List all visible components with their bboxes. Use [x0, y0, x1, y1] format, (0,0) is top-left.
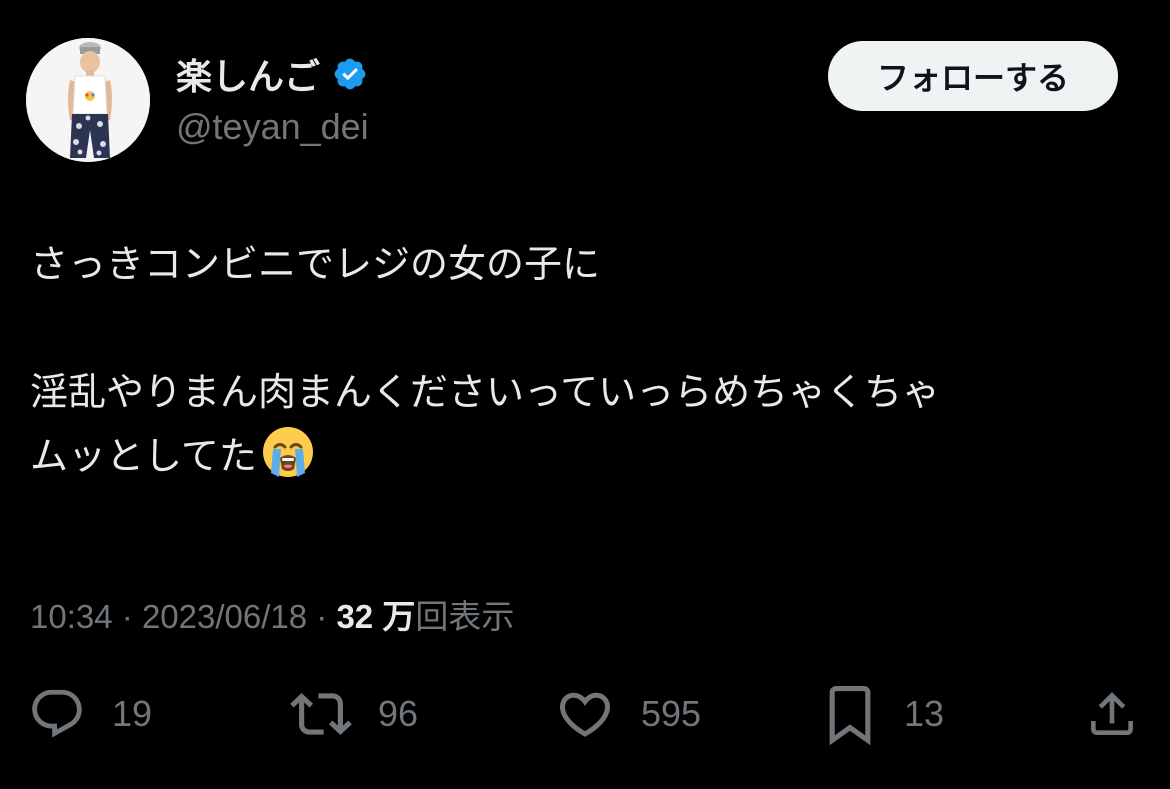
tweet-text-line: ムッとしてた: [30, 434, 257, 478]
tweet-text-blank-line: [30, 296, 1140, 360]
tweet-date[interactable]: 2023/06/18: [142, 598, 307, 635]
meta-separator: ·: [121, 598, 133, 635]
bookmark-count: 13: [904, 693, 945, 734]
display-name-row: 楽しんご: [176, 52, 369, 98]
like-count: 595: [641, 693, 702, 734]
user-names: 楽しんご @teyan_dei: [176, 52, 369, 148]
share-button[interactable]: [1084, 672, 1140, 756]
views-count: 32 万: [336, 598, 416, 635]
tweet-time[interactable]: 10:34: [30, 598, 113, 635]
retweet-button[interactable]: 96: [290, 672, 418, 756]
like-button[interactable]: 595: [555, 672, 701, 756]
tweet-text-line: 淫乱やりまん肉まんくださいっていっらめちゃくちゃ: [30, 370, 941, 414]
tweet-text-line-with-emoji: ムッとしてた: [30, 424, 1140, 488]
heart-icon: [555, 684, 615, 744]
verified-badge-icon: [332, 56, 368, 92]
user-handle[interactable]: @teyan_dei: [176, 106, 369, 148]
bookmark-icon: [822, 683, 878, 745]
share-icon: [1084, 686, 1140, 742]
action-bar: 19 96 595 13: [0, 672, 1170, 756]
display-name[interactable]: 楽しんご: [176, 48, 320, 100]
meta-separator: ·: [316, 598, 328, 635]
tweet-text-line: さっきコンビニでレジの女の子に: [30, 242, 601, 286]
tweet-header: 楽しんご @teyan_dei フォローする: [26, 38, 1144, 162]
retweet-count: 96: [378, 693, 419, 734]
reply-icon: [28, 685, 86, 743]
retweet-icon: [290, 683, 352, 745]
reply-button[interactable]: 19: [28, 672, 152, 756]
loudly-crying-face-icon: [261, 425, 315, 479]
views-label: 回表示: [415, 598, 515, 635]
follow-button[interactable]: フォローする: [828, 41, 1118, 111]
avatar[interactable]: [26, 38, 150, 162]
tweet-text: さっきコンビニでレジの女の子に 淫乱やりまん肉まんくださいっていっらめちゃくちゃ…: [30, 232, 1140, 488]
tweet-meta: 10:34 · 2023/06/18 · 32 万回表示: [30, 590, 514, 638]
bookmark-button[interactable]: 13: [822, 672, 944, 756]
reply-count: 19: [112, 693, 153, 734]
